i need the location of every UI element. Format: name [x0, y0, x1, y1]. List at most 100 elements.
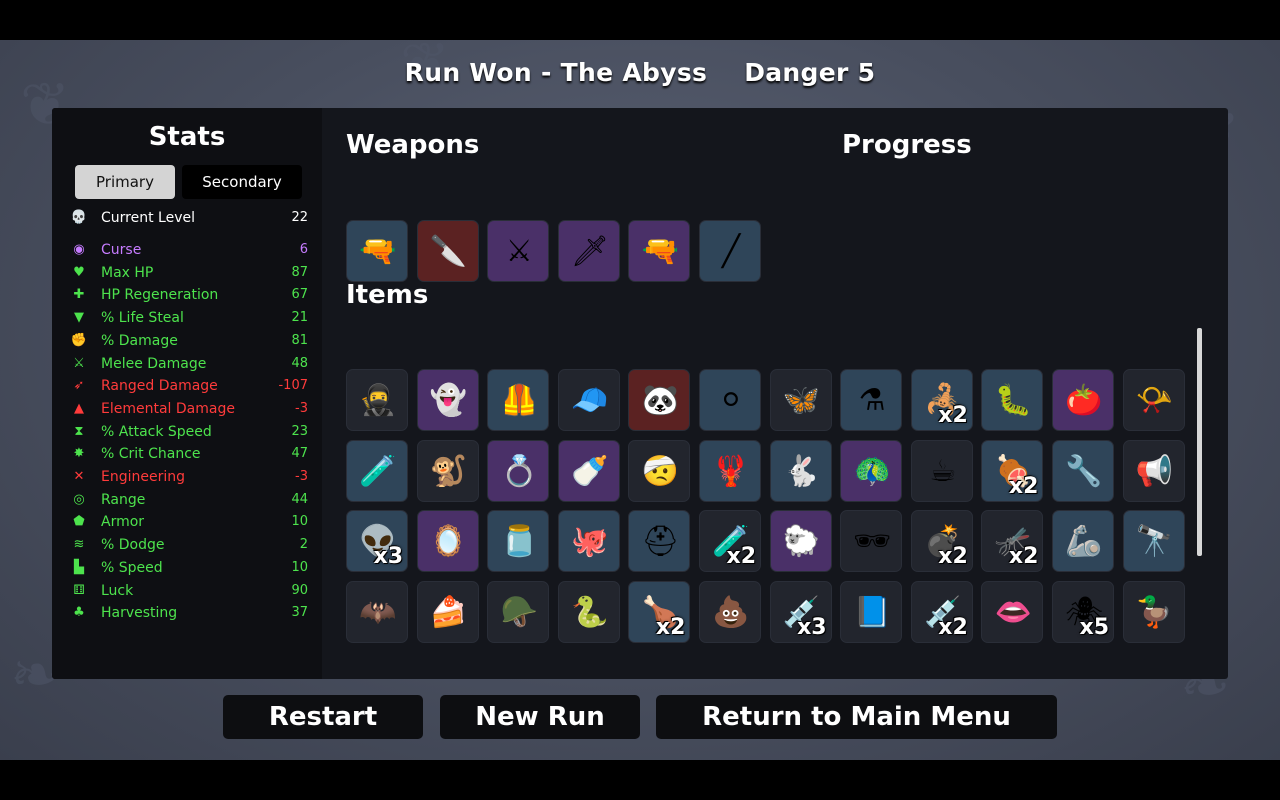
item-slot[interactable]: 🐼: [628, 369, 691, 431]
item-slot[interactable]: 🐑: [769, 510, 832, 573]
snake-icon: 🐍: [571, 594, 609, 630]
item-slot[interactable]: ⚪: [699, 369, 761, 431]
item-slot[interactable]: 💉 x3: [769, 580, 832, 643]
item-slot[interactable]: 🫙: [487, 510, 550, 573]
item-slot[interactable]: 💉 x2: [910, 580, 973, 643]
item-slot[interactable]: ⛑: [628, 510, 691, 573]
tentacle-claw-icon: 🦞: [712, 453, 750, 489]
item-slot[interactable]: 🧢: [557, 369, 620, 431]
items-scrollbar[interactable]: [1197, 328, 1202, 556]
stat-row: ➶ Ranged Damage -107: [70, 376, 308, 396]
item-slot[interactable]: 🐒: [416, 439, 479, 502]
rubber-duck-icon: 🦆: [1135, 594, 1174, 630]
stats-column: Stats Primary Secondary 💀 Current Level 22…: [52, 108, 322, 679]
item-slot[interactable]: 🦚: [840, 439, 903, 502]
stat-name: Harvesting: [101, 605, 178, 622]
item-slot[interactable]: 🦆: [1122, 580, 1185, 643]
stat-value: -107: [278, 378, 308, 394]
danger-level-text: Danger 5: [744, 58, 876, 87]
poop-icon: 💩: [712, 594, 750, 630]
item-slot[interactable]: 🍰: [416, 580, 479, 643]
wheat-icon: ♣: [73, 605, 85, 621]
return-main-menu-button[interactable]: Return to Main Menu: [656, 695, 1057, 739]
item-slot[interactable]: 📘: [840, 580, 903, 643]
item-slot[interactable]: 🦺: [487, 369, 550, 431]
item-slot[interactable]: 🦂 x2: [910, 369, 973, 431]
stat-value: 10: [291, 559, 308, 575]
turret-icon: 🔧: [1065, 453, 1103, 489]
item-slot[interactable]: ⚗: [840, 369, 903, 431]
item-slot[interactable]: 🕶: [840, 510, 903, 573]
item-count: x2: [1008, 544, 1039, 570]
skull-icon: 💀: [70, 210, 88, 225]
item-slot[interactable]: 👻: [416, 369, 479, 431]
item-slot[interactable]: 🔭: [1122, 510, 1185, 573]
item-slot[interactable]: 🕷 x5: [1052, 580, 1114, 643]
item-slot[interactable]: 🍖 x2: [981, 439, 1044, 502]
curse-eye-icon: ◉: [73, 242, 85, 257]
item-slot[interactable]: 🥷: [346, 369, 408, 431]
item-slot[interactable]: 📢: [1122, 439, 1185, 502]
knife-icon: 🔪: [429, 234, 468, 269]
item-slot[interactable]: 🐙: [557, 510, 620, 573]
tab-secondary[interactable]: Secondary: [182, 165, 302, 199]
stat-row: ⧗ % Attack Speed 23: [70, 422, 308, 442]
pearl-icon: ⚪: [718, 383, 744, 418]
hourglass-icon: ⧗: [74, 423, 84, 439]
stat-name: % Crit Chance: [101, 446, 201, 463]
restart-button[interactable]: Restart: [223, 695, 423, 739]
stat-name: Elemental Damage: [101, 400, 235, 417]
weapon-slot[interactable]: ⚔: [487, 220, 550, 282]
item-slot[interactable]: 🦇: [346, 580, 408, 643]
blaster-gun-icon: 🔫: [641, 234, 680, 269]
item-slot[interactable]: 👽 x3: [346, 510, 408, 573]
item-slot[interactable]: 🔧: [1052, 439, 1114, 502]
weapon-slot[interactable]: 🔫: [628, 220, 691, 282]
jar-icon: 🫙: [500, 524, 538, 560]
dodge-icon: ≋: [73, 537, 85, 553]
item-slot[interactable]: 💩: [699, 580, 761, 643]
stat-value: 22: [291, 210, 308, 225]
weapon-slot[interactable]: ╱: [699, 220, 761, 282]
item-slot[interactable]: 👄: [981, 580, 1044, 643]
stat-name: % Speed: [101, 559, 163, 576]
leather-vest-icon: 🦺: [500, 383, 538, 418]
item-slot[interactable]: 🤕: [628, 439, 691, 502]
item-slot[interactable]: 🍼: [557, 439, 620, 502]
stat-row: ▼ % Life Steal 21: [70, 308, 308, 328]
item-slot[interactable]: 🦾: [1052, 510, 1114, 573]
item-slot[interactable]: 💍: [487, 439, 550, 502]
item-slot[interactable]: 🍗 x2: [628, 580, 691, 643]
stat-row: ▙ % Speed 10: [70, 558, 308, 578]
helmet-icon: ⛑: [641, 524, 680, 560]
item-slot[interactable]: 🦋: [769, 369, 832, 431]
stats-title: Stats: [148, 122, 226, 152]
item-slot[interactable]: ☕: [910, 439, 973, 502]
item-slot[interactable]: 🐇: [769, 439, 832, 502]
stat-row: ✚ HP Regeneration 67: [70, 285, 308, 305]
stat-value: 37: [291, 605, 308, 621]
iron-helm-icon: 🪖: [500, 594, 538, 630]
tab-primary[interactable]: Primary: [75, 165, 175, 199]
stat-row: ♥ Max HP 87: [70, 263, 308, 283]
item-slot[interactable]: 📯: [1122, 369, 1185, 431]
item-slot[interactable]: 🦟 x2: [981, 510, 1044, 573]
stat-row: ✸ % Crit Chance 47: [70, 444, 308, 464]
item-slot[interactable]: 🦞: [699, 439, 761, 502]
item-slot[interactable]: 🪖: [487, 580, 550, 643]
item-slot[interactable]: 🐛: [981, 369, 1044, 431]
item-slot[interactable]: 🧪 x2: [699, 510, 761, 573]
new-run-button[interactable]: New Run: [440, 695, 640, 739]
stat-row: ✕ Engineering -3: [70, 467, 308, 487]
weapon-slot[interactable]: 🔪: [416, 220, 479, 282]
item-slot[interactable]: 💣 x2: [910, 510, 973, 573]
item-slot[interactable]: 🐍: [557, 580, 620, 643]
item-slot[interactable]: 🪞: [416, 510, 479, 573]
item-count: x3: [797, 614, 827, 640]
weapon-slot[interactable]: 🗡: [557, 220, 620, 282]
weapon-slot[interactable]: 🔫: [346, 220, 408, 282]
item-slot[interactable]: 🧪: [346, 439, 408, 502]
horn-icon: 📯: [1135, 383, 1174, 418]
heart-icon: ♥: [73, 264, 85, 280]
item-slot[interactable]: 🍅: [1052, 369, 1114, 431]
